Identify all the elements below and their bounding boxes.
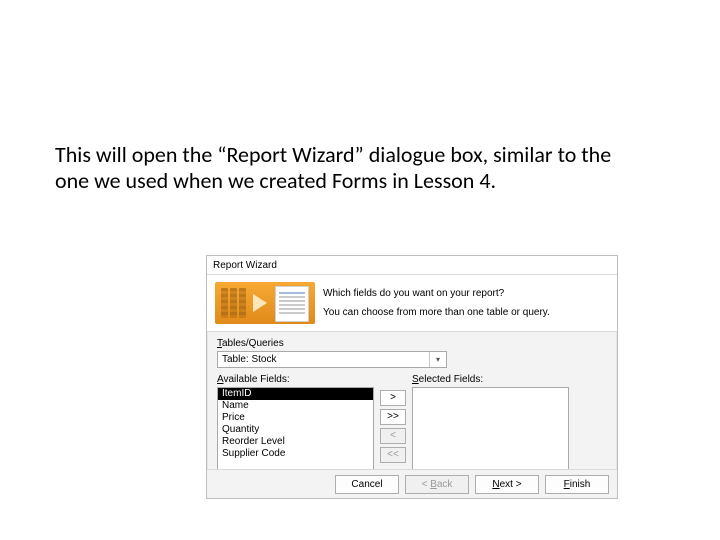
arrow-icon (253, 294, 267, 312)
slide-caption: This will open the “Report Wizard” dialo… (55, 142, 615, 194)
move-buttons: > >> < << (380, 390, 406, 463)
back-button: < Back (405, 475, 469, 494)
slide: This will open the “Report Wizard” dialo… (0, 0, 720, 540)
wizard-question: Which fields do you want on your report? (323, 287, 550, 300)
next-button[interactable]: Next > (475, 475, 539, 494)
finish-button[interactable]: Finish (545, 475, 609, 494)
list-item[interactable]: Supplier Code (218, 448, 373, 460)
wizard-banner-graphic (215, 282, 315, 324)
available-column: Available Fields: ItemID Name Price Quan… (217, 374, 374, 473)
add-all-button[interactable]: >> (380, 409, 406, 425)
selected-fields-listbox[interactable] (412, 387, 569, 473)
combo-value: Table: Stock (222, 354, 276, 365)
tables-queries-combo[interactable]: Table: Stock ▾ (217, 351, 447, 368)
list-item[interactable]: Quantity (218, 424, 373, 436)
list-item[interactable]: ItemID (218, 388, 373, 400)
list-item[interactable]: Price (218, 412, 373, 424)
selected-fields-label: Selected Fields: (412, 374, 569, 385)
list-item[interactable]: Reorder Level (218, 436, 373, 448)
dialog-titlebar: Report Wizard (207, 256, 617, 275)
wizard-banner: Which fields do you want on your report?… (207, 275, 617, 332)
selected-column: Selected Fields: (412, 374, 569, 473)
field-transfer-row: Available Fields: ItemID Name Price Quan… (217, 374, 607, 473)
tables-icon (221, 288, 251, 318)
wizard-subtext: You can choose from more than one table … (323, 306, 550, 319)
available-fields-label: Available Fields: (217, 374, 374, 385)
dialog-title: Report Wizard (213, 260, 277, 271)
cancel-button[interactable]: Cancel (335, 475, 399, 494)
wizard-footer: Cancel < Back Next > Finish (207, 469, 617, 498)
remove-one-button: < (380, 428, 406, 444)
wizard-banner-text: Which fields do you want on your report?… (323, 287, 550, 319)
wizard-body: Tables/Queries Table: Stock ▾ Available … (207, 332, 617, 473)
list-item[interactable]: Name (218, 400, 373, 412)
chevron-down-icon[interactable]: ▾ (429, 352, 446, 367)
report-icon (275, 286, 309, 322)
report-wizard-dialog: Report Wizard Which fields do you want o… (206, 255, 618, 499)
remove-all-button: << (380, 447, 406, 463)
tables-queries-label: Tables/Queries (217, 338, 607, 349)
available-fields-listbox[interactable]: ItemID Name Price Quantity Reorder Level… (217, 387, 374, 473)
add-one-button[interactable]: > (380, 390, 406, 406)
